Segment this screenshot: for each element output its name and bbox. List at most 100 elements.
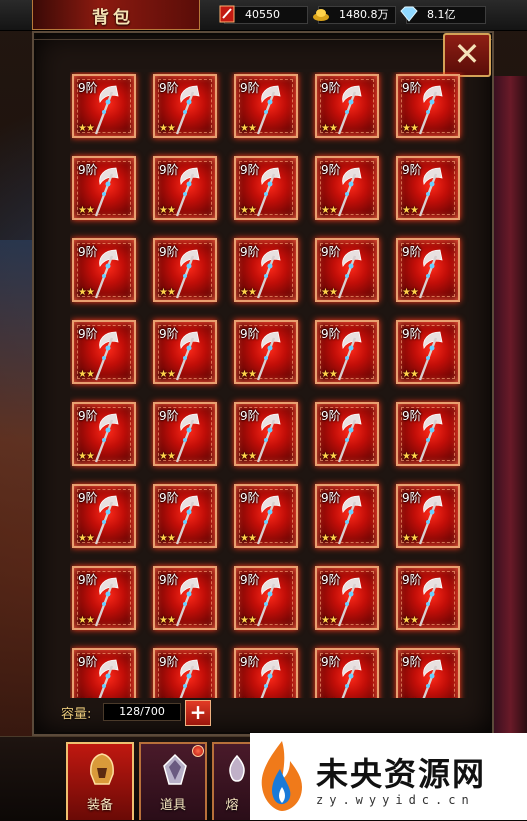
page-title: 背包 xyxy=(92,8,134,28)
item-level-label: 9阶 xyxy=(159,81,179,95)
item-level-label: 9阶 xyxy=(159,409,179,423)
inventory-slot[interactable]: 9阶 ★★ xyxy=(396,648,460,698)
item-stars: ★★ xyxy=(240,615,257,626)
inventory-slot[interactable]: 9阶 ★★ xyxy=(153,74,217,138)
inventory-slot[interactable]: 9阶 ★★ xyxy=(234,74,298,138)
inventory-slot[interactable]: 9阶 ★★ xyxy=(315,648,379,698)
item-stars: ★★ xyxy=(402,451,419,462)
inventory-slot[interactable]: 9阶 ★★ xyxy=(396,238,460,302)
item-level-label: 9阶 xyxy=(78,163,98,177)
tab-smelt[interactable]: 熔 xyxy=(212,742,252,820)
inventory-slot[interactable]: 9阶 ★★ xyxy=(153,238,217,302)
item-stars: ★★ xyxy=(240,697,257,698)
inventory-slot[interactable]: 9阶 ★★ xyxy=(153,156,217,220)
halberd-weapon-icon xyxy=(418,577,443,627)
inventory-slot[interactable]: 9阶 ★★ xyxy=(234,566,298,630)
item-stars: ★★ xyxy=(78,369,95,380)
tab-items-label: 道具 xyxy=(159,798,186,813)
inventory-slot[interactable]: 9阶 ★★ xyxy=(234,156,298,220)
item-stars: ★★ xyxy=(321,533,338,544)
inventory-slot[interactable]: 9阶 ★★ xyxy=(153,320,217,384)
halberd-weapon-icon xyxy=(337,577,362,627)
item-stars: ★★ xyxy=(402,205,419,216)
inventory-slot[interactable]: 9阶 ★★ xyxy=(234,484,298,548)
diamond-counter: 8.1亿 xyxy=(400,6,486,24)
item-level-label: 9阶 xyxy=(240,655,260,669)
halberd-weapon-icon xyxy=(418,331,443,381)
inventory-slot[interactable]: 9阶 ★★ xyxy=(153,402,217,466)
inventory-slot[interactable]: 9阶 ★★ xyxy=(72,402,136,466)
inventory-slot[interactable]: 9阶 ★★ xyxy=(72,74,136,138)
inventory-slot[interactable]: 9阶 ★★ xyxy=(234,648,298,698)
item-level-label: 9阶 xyxy=(159,655,179,669)
item-level-label: 9阶 xyxy=(240,163,260,177)
panel-decoration xyxy=(34,39,492,50)
inventory-slot[interactable]: 9阶 ★★ xyxy=(315,484,379,548)
halberd-weapon-icon xyxy=(175,167,200,217)
halberd-weapon-icon xyxy=(175,577,200,627)
inventory-slot[interactable]: 9阶 ★★ xyxy=(396,156,460,220)
halberd-weapon-icon xyxy=(175,85,200,135)
inventory-slot[interactable]: 9阶 ★★ xyxy=(153,648,217,698)
capacity-value: 128/700 xyxy=(103,703,181,721)
inventory-slot[interactable]: 9阶 ★★ xyxy=(396,402,460,466)
item-level-label: 9阶 xyxy=(78,491,98,505)
capacity-label: 容量: xyxy=(61,707,92,722)
inventory-slot[interactable]: 9阶 ★★ xyxy=(72,484,136,548)
item-stars: ★★ xyxy=(159,369,176,380)
close-button[interactable]: ✕ xyxy=(443,33,491,77)
inventory-slot[interactable]: 9阶 ★★ xyxy=(72,320,136,384)
halberd-weapon-icon xyxy=(256,331,281,381)
tab-equipment[interactable]: 装备 xyxy=(66,742,134,820)
inventory-slot[interactable]: 9阶 ★★ xyxy=(315,156,379,220)
item-level-label: 9阶 xyxy=(321,81,341,95)
inventory-grid: 9阶 ★★ 9阶 ★★ 9阶 ★★ 9阶 ★★ 9阶 ★★ 9阶 ★★ 9阶 ★★ 9阶 ★★ 9阶 ★★ 9阶 ★★… xyxy=(70,72,470,698)
halberd-weapon-icon xyxy=(337,413,362,463)
item-stars: ★★ xyxy=(402,697,419,698)
inventory-slot[interactable]: 9阶 ★★ xyxy=(315,74,379,138)
inventory-slot[interactable]: 9阶 ★★ xyxy=(396,74,460,138)
inventory-slot[interactable]: 9阶 ★★ xyxy=(72,648,136,698)
inventory-slot[interactable]: 9阶 ★★ xyxy=(315,238,379,302)
halberd-weapon-icon xyxy=(341,659,362,698)
item-stars: ★★ xyxy=(240,451,257,462)
vitality-counter: 40550 xyxy=(219,5,308,24)
halberd-weapon-icon xyxy=(94,577,119,627)
watermark: 未央资源网 zy.wyyidc.cn xyxy=(250,733,527,820)
inventory-slot[interactable]: 9阶 ★★ xyxy=(315,320,379,384)
inventory-slot[interactable]: 9阶 ★★ xyxy=(72,238,136,302)
halberd-weapon-icon xyxy=(256,167,281,217)
item-stars: ★★ xyxy=(159,533,176,544)
item-stars: ★★ xyxy=(240,123,257,134)
expand-capacity-button[interactable]: + xyxy=(185,700,211,726)
inventory-slot[interactable]: 9阶 ★★ xyxy=(315,402,379,466)
item-stars: ★★ xyxy=(240,369,257,380)
diamond-icon xyxy=(400,6,418,22)
item-level-label: 9阶 xyxy=(402,491,422,505)
item-stars: ★★ xyxy=(78,123,95,134)
item-level-label: 9阶 xyxy=(78,655,98,669)
item-level-label: 9阶 xyxy=(402,163,422,177)
inventory-slot[interactable]: 9阶 ★★ xyxy=(396,566,460,630)
inventory-slot[interactable]: 9阶 ★★ xyxy=(153,566,217,630)
inventory-slot[interactable]: 9阶 ★★ xyxy=(234,320,298,384)
item-level-label: 9阶 xyxy=(321,655,341,669)
item-level-label: 9阶 xyxy=(402,573,422,587)
inventory-slot[interactable]: 9阶 ★★ xyxy=(396,484,460,548)
item-stars: ★★ xyxy=(240,287,257,298)
crystal-icon xyxy=(163,753,187,785)
item-stars: ★★ xyxy=(78,697,95,698)
halberd-weapon-icon xyxy=(94,413,119,463)
item-level-label: 9阶 xyxy=(240,327,260,341)
item-stars: ★★ xyxy=(159,451,176,462)
inventory-slot[interactable]: 9阶 ★★ xyxy=(153,484,217,548)
halberd-weapon-icon xyxy=(175,413,200,463)
inventory-slot[interactable]: 9阶 ★★ xyxy=(72,156,136,220)
item-level-label: 9阶 xyxy=(240,81,260,95)
inventory-slot[interactable]: 9阶 ★★ xyxy=(72,566,136,630)
inventory-slot[interactable]: 9阶 ★★ xyxy=(396,320,460,384)
inventory-slot[interactable]: 9阶 ★★ xyxy=(315,566,379,630)
halberd-weapon-icon xyxy=(256,495,281,545)
inventory-slot[interactable]: 9阶 ★★ xyxy=(234,238,298,302)
inventory-slot[interactable]: 9阶 ★★ xyxy=(234,402,298,466)
